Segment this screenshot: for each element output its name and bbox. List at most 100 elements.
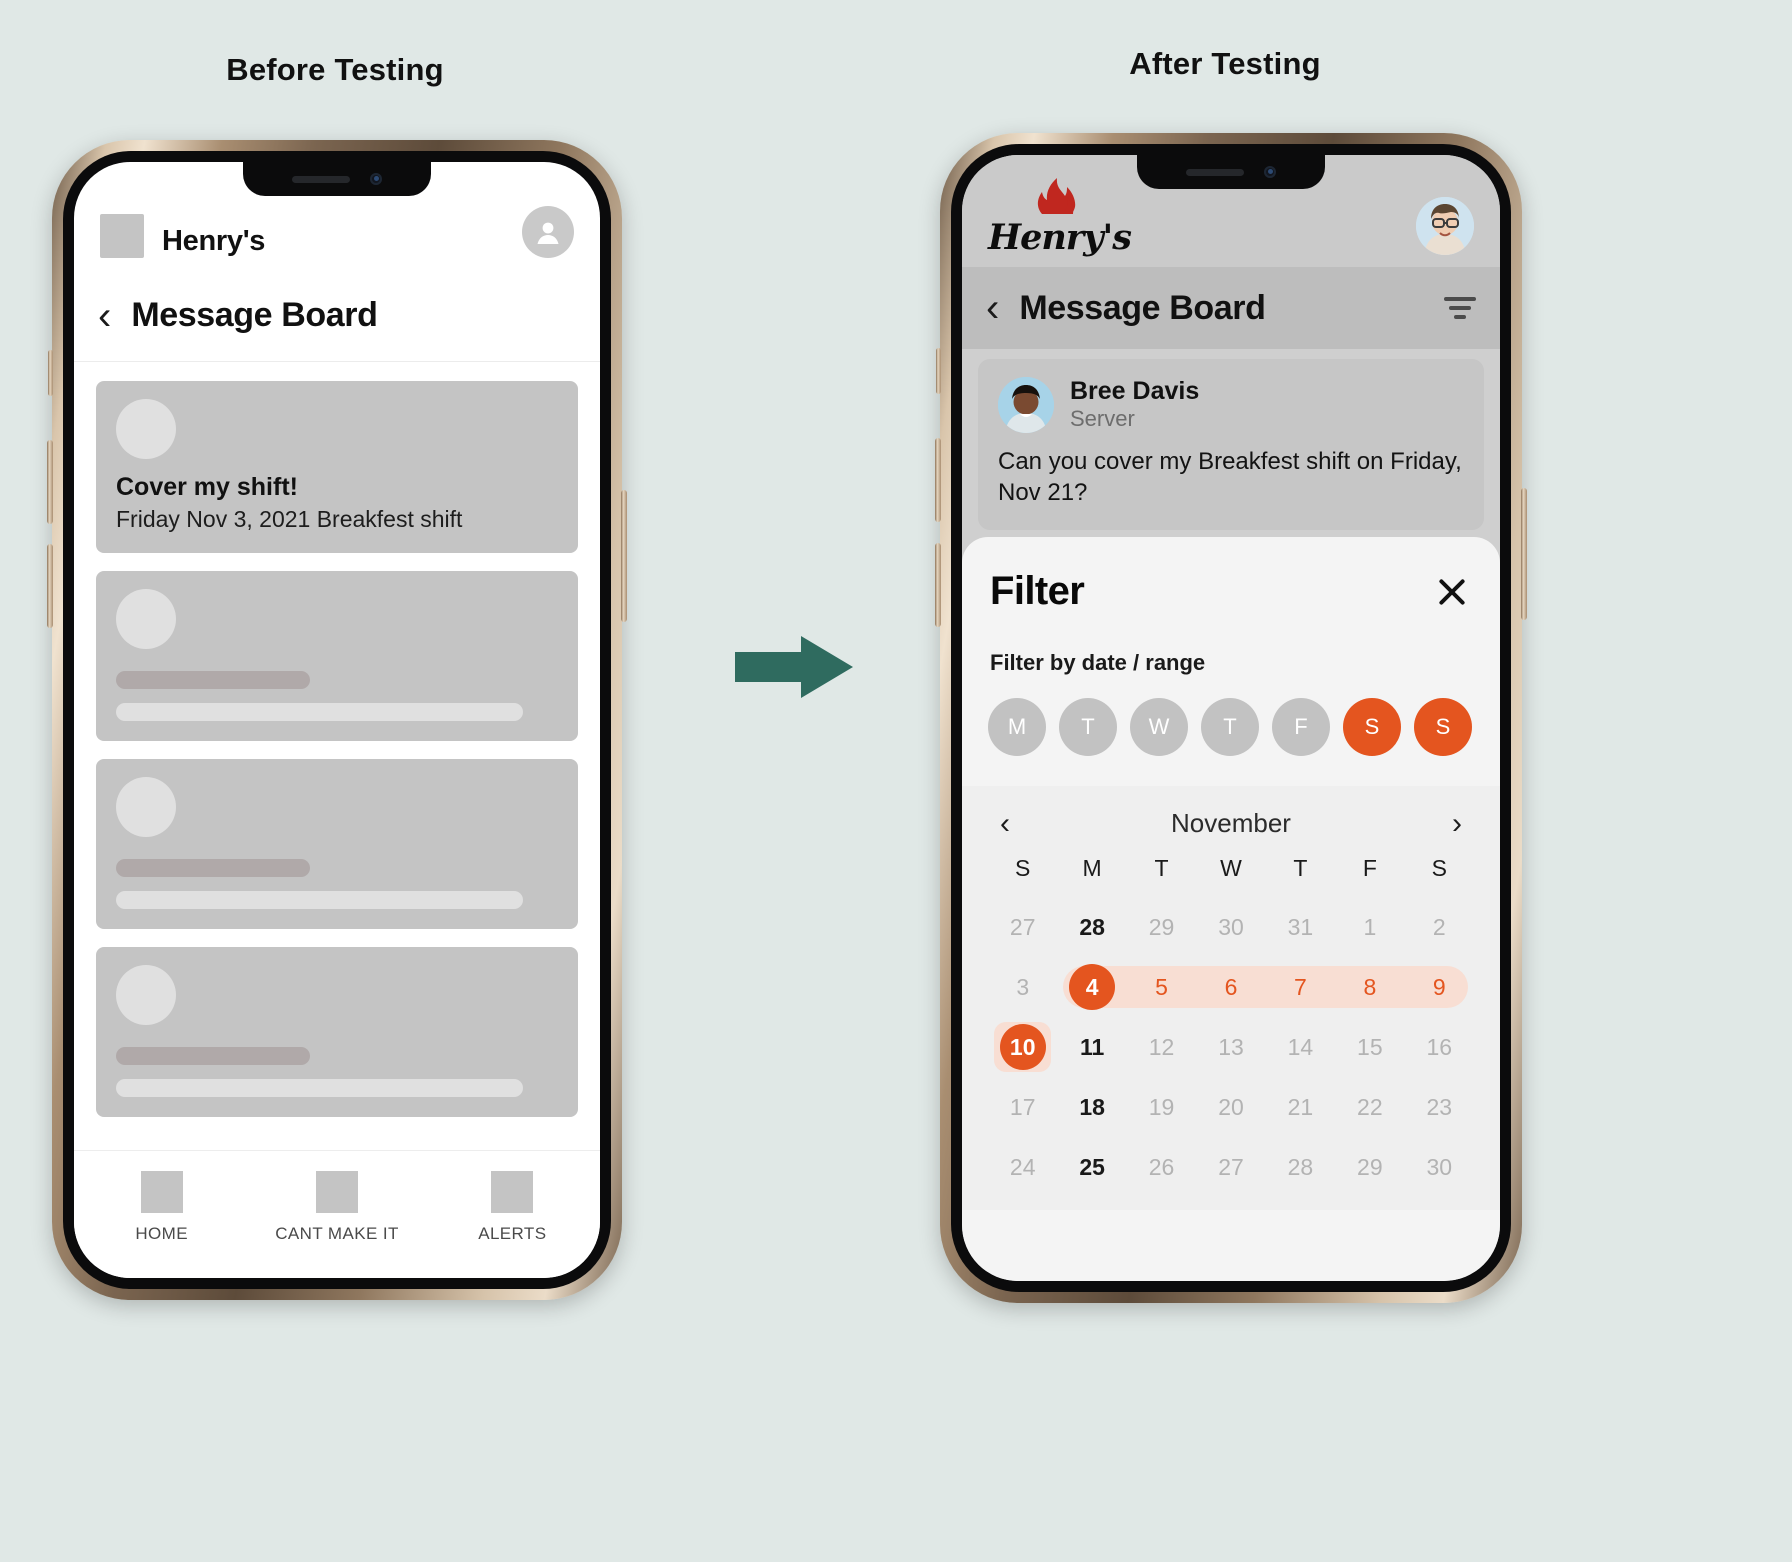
avatar-placeholder (116, 965, 176, 1025)
message-author-name: Bree Davis (1070, 377, 1200, 406)
calendar-day[interactable]: 28 (1266, 1144, 1335, 1190)
calendar-widget: ‹ November › S M T W T F S 27 28 29 30 3… (962, 786, 1500, 1210)
avatar-placeholder (116, 589, 176, 649)
before-caption: Before Testing (226, 52, 444, 87)
calendar-day[interactable]: 15 (1335, 1024, 1404, 1070)
calendar-day[interactable]: 1 (1335, 904, 1404, 950)
calendar-day[interactable]: 29 (1127, 904, 1196, 950)
list-item[interactable] (96, 759, 578, 929)
calendar-dow: T (1154, 855, 1169, 881)
avatar-placeholder (116, 777, 176, 837)
day-chip-saturday[interactable]: S (1343, 698, 1401, 756)
calendar-day[interactable]: 28 (1057, 904, 1126, 950)
calendar-dow: T (1293, 855, 1308, 881)
calendar-day[interactable]: 16 (1405, 1024, 1474, 1070)
day-chip-tuesday[interactable]: T (1059, 698, 1117, 756)
chevron-left-icon[interactable]: ‹ (994, 808, 1016, 839)
close-icon[interactable] (1432, 572, 1472, 612)
calendar-dow: F (1362, 855, 1377, 881)
tab-alerts[interactable]: ALERTS (426, 1171, 600, 1244)
calendar-day[interactable]: 22 (1335, 1084, 1404, 1130)
after-phone-mockup: Henry's ‹ Message Board Bree Davis Serve… (935, 133, 1527, 1303)
avatar-placeholder (116, 399, 176, 459)
chevron-right-icon[interactable]: › (1446, 808, 1468, 839)
text-placeholder-bar (116, 671, 311, 689)
calendar-day[interactable]: 6 (1188, 964, 1274, 1010)
text-placeholder-bar (116, 891, 523, 909)
before-message-list: Cover my shift! Friday Nov 3, 2021 Break… (74, 363, 600, 1118)
calendar-dow: S (1431, 855, 1447, 881)
phone-notch (243, 162, 431, 196)
power-button (1521, 488, 1527, 620)
calendar-day[interactable]: 7 (1257, 964, 1344, 1010)
calendar-day[interactable]: 14 (1266, 1024, 1335, 1070)
calendar-day[interactable]: 30 (1196, 904, 1265, 950)
calendar-day[interactable]: 19 (1127, 1084, 1196, 1130)
calendar-day[interactable]: 24 (988, 1144, 1057, 1190)
calendar-day[interactable]: 21 (1266, 1084, 1335, 1130)
calendar-day[interactable]: 8 (1327, 964, 1413, 1010)
message-header: Bree Davis Server (998, 377, 1464, 433)
bell-icon (491, 1171, 534, 1213)
calendar-day[interactable]: 27 (1196, 1144, 1265, 1190)
calendar-day[interactable]: 18 (1057, 1084, 1126, 1130)
before-phone-mockup: Henry's ‹ Message Board Cover my shift! … (47, 140, 627, 1300)
tab-label: CANT MAKE IT (275, 1224, 399, 1243)
list-item[interactable] (96, 571, 578, 741)
calendar-day[interactable]: 17 (988, 1084, 1057, 1130)
calendar-day[interactable]: 23 (1405, 1084, 1474, 1130)
calendar-dow: W (1220, 855, 1242, 881)
calendar-day-selected[interactable]: 10 (988, 1022, 1057, 1072)
phone-notch (1137, 155, 1325, 189)
calendar-day[interactable]: 2 (1405, 904, 1474, 950)
tab-label: HOME (135, 1224, 188, 1243)
message-author-role: Server (1070, 406, 1135, 432)
calendar-day[interactable]: 26 (1127, 1144, 1196, 1190)
earpiece-speaker (1186, 168, 1244, 176)
text-placeholder-bar (116, 703, 523, 721)
volume-down-button (935, 543, 941, 627)
calendar-grid: S M T W T F S 27 28 29 30 31 1 2 3 4 5 6… (988, 855, 1474, 1190)
calendar-day[interactable]: 20 (1196, 1084, 1265, 1130)
calendar-day[interactable]: 5 (1118, 964, 1205, 1010)
list-item[interactable]: Cover my shift! Friday Nov 3, 2021 Break… (96, 381, 578, 553)
mute-switch (936, 348, 941, 394)
before-brand-name: Henry's (162, 225, 266, 257)
calendar-day[interactable]: 31 (1266, 904, 1335, 950)
tab-cant-make-it[interactable]: CANT MAKE IT (250, 1171, 424, 1244)
day-chip-wednesday[interactable]: W (1130, 698, 1188, 756)
calendar-day[interactable]: 27 (988, 904, 1057, 950)
filter-sheet-title: Filter (990, 569, 1085, 613)
user-avatar-photo[interactable] (1416, 197, 1474, 255)
calendar-day[interactable]: 30 (1405, 1144, 1474, 1190)
volume-up-button (47, 440, 53, 524)
back-chevron-icon[interactable]: ‹ (986, 288, 999, 328)
earpiece-speaker (292, 175, 350, 183)
calendar-day[interactable]: 13 (1196, 1024, 1265, 1070)
message-body-text: Can you cover my Breakfest shift on Frid… (998, 448, 1462, 506)
calendar-icon (315, 1171, 358, 1213)
calendar-day[interactable]: 3 (988, 964, 1057, 1010)
list-item[interactable] (96, 947, 578, 1117)
calendar-day[interactable]: 29 (1335, 1144, 1404, 1190)
tab-home[interactable]: HOME (75, 1171, 249, 1244)
profile-avatar-icon[interactable] (522, 206, 574, 258)
filter-icon[interactable] (1444, 297, 1476, 319)
day-chip-monday[interactable]: M (988, 698, 1046, 756)
back-chevron-icon[interactable]: ‹ (98, 296, 111, 336)
calendar-dow: M (1082, 855, 1102, 881)
day-chip-friday[interactable]: F (1272, 698, 1330, 756)
calendar-day-range-start[interactable]: 4 (1057, 964, 1135, 1010)
calendar-day[interactable]: 25 (1057, 1144, 1126, 1190)
before-screen: Henry's ‹ Message Board Cover my shift! … (74, 162, 600, 1278)
logo-placeholder-icon (100, 214, 144, 258)
henrys-logo: Henry's (988, 178, 1132, 255)
calendar-day[interactable]: 11 (1057, 1024, 1126, 1070)
message-card[interactable]: Bree Davis Server Can you cover my Break… (978, 359, 1484, 531)
calendar-day[interactable]: 12 (1127, 1024, 1196, 1070)
day-chip-sunday[interactable]: S (1414, 698, 1472, 756)
calendar-day-range-end[interactable]: 9 (1396, 964, 1474, 1010)
volume-down-button (47, 544, 53, 628)
day-chip-thursday[interactable]: T (1201, 698, 1259, 756)
filter-section-label: Filter by date / range (990, 650, 1206, 675)
